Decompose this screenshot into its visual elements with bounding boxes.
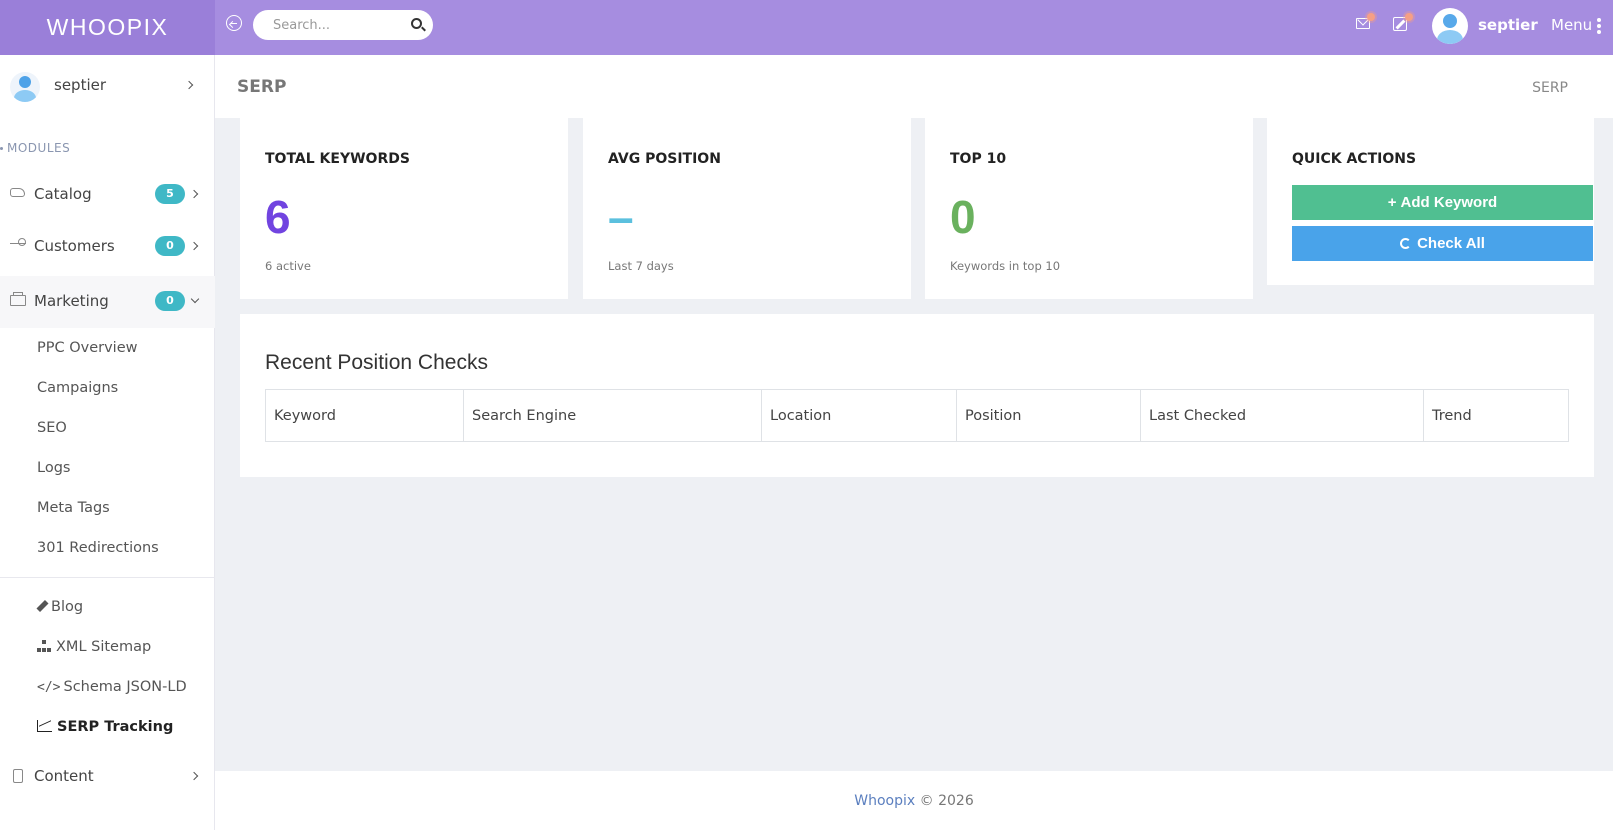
sidebar-subitem-xml-sitemap[interactable]: XML Sitemap [37, 639, 151, 655]
brand-logo[interactable]: WHOOPIX [0, 0, 215, 55]
content-header: SERP SERP [215, 55, 1613, 118]
menu-button[interactable]: Menu [1551, 16, 1592, 34]
column-header-trend[interactable]: Trend [1423, 389, 1569, 442]
column-header-position[interactable]: Position [956, 389, 1141, 442]
card-subtitle: 6 active [265, 259, 311, 273]
page-title: SERP [237, 77, 287, 97]
avg-position-card: AVG POSITION – Last 7 days [583, 118, 911, 299]
footer-brand-link[interactable]: Whoopix [854, 793, 915, 809]
count-badge: 0 [155, 236, 185, 256]
card-value: 6 [265, 191, 291, 243]
card-value: – [608, 191, 634, 243]
code-icon: </> [37, 680, 61, 695]
avatar[interactable] [1432, 8, 1468, 44]
sidebar-subitem-schema-json-ld[interactable]: </> Schema JSON-LD [37, 679, 187, 695]
sidebar-subitem-label: Schema JSON-LD [63, 679, 187, 695]
sidebar-item-label: Marketing [34, 292, 109, 310]
sidebar-subitem-campaigns[interactable]: Campaigns [37, 380, 118, 396]
sidebar-subitem-meta-tags[interactable]: Meta Tags [37, 500, 110, 516]
footer-copyright: © 2026 [919, 793, 974, 809]
pencil-icon [36, 599, 49, 613]
check-all-label: Check All [1417, 235, 1485, 252]
sidebar-item-label: Catalog [34, 185, 92, 203]
sidebar-item-marketing[interactable]: Marketing 0 [0, 276, 215, 328]
sidebar-subitem-serp-tracking[interactable]: SERP Tracking [37, 719, 173, 735]
column-header-search-engine[interactable]: Search Engine [463, 389, 762, 442]
quick-actions-card: QUICK ACTIONS + Add Keyword Check All [1267, 118, 1594, 285]
add-keyword-label: Add Keyword [1400, 194, 1498, 211]
footer: Whoopix © 2026 [215, 771, 1613, 830]
sidebar-subitem-301-redirections[interactable]: 301 Redirections [37, 540, 159, 556]
customers-icon [10, 238, 26, 253]
sitemap-icon [37, 640, 51, 652]
sidebar-username: septier [54, 76, 107, 94]
column-header-last-checked[interactable]: Last Checked [1140, 389, 1424, 442]
card-title: TOTAL KEYWORDS [265, 151, 410, 167]
catalog-icon [10, 188, 25, 197]
sidebar-item-catalog[interactable]: Catalog 5 [0, 169, 215, 221]
panel-title: Recent Position Checks [265, 351, 488, 374]
sidebar-subitem-label: Blog [51, 599, 84, 615]
sidebar-subitem-seo[interactable]: SEO [37, 420, 67, 436]
add-keyword-button[interactable]: + Add Keyword [1292, 185, 1593, 220]
refresh-icon [1400, 238, 1412, 249]
sidebar-subitem-ppc-overview[interactable]: PPC Overview [37, 340, 138, 356]
chevron-right-icon [189, 241, 199, 251]
total-keywords-card: TOTAL KEYWORDS 6 6 active [240, 118, 568, 299]
sidebar: septier MODULES Catalog 5 Customers 0 Ma… [0, 55, 215, 830]
user-avatar [10, 72, 40, 102]
breadcrumb[interactable]: SERP [1532, 80, 1568, 96]
sidebar-user[interactable]: septier [0, 55, 215, 115]
content-icon [13, 769, 23, 783]
search-icon[interactable] [411, 18, 422, 29]
sidebar-subitem-blog[interactable]: Blog [36, 599, 84, 615]
line-chart-icon [37, 720, 52, 732]
recent-checks-table: Keyword Search Engine Location Position … [265, 389, 1569, 442]
top-10-card: TOP 10 0 Keywords in top 10 [925, 118, 1253, 299]
sidebar-item-label: Customers [34, 237, 115, 255]
card-value: 0 [950, 191, 976, 243]
top-bar: WHOOPIX septier Menu [0, 0, 1613, 55]
kebab-menu-icon[interactable] [1597, 18, 1601, 34]
check-all-button[interactable]: Check All [1292, 226, 1593, 261]
sidebar-toggle-icon[interactable] [226, 15, 242, 31]
sidebar-subitem-label: SERP Tracking [57, 719, 174, 735]
column-header-keyword[interactable]: Keyword [265, 389, 464, 442]
top-username[interactable]: septier [1478, 16, 1538, 34]
edit-notification-dot [1405, 13, 1413, 21]
card-subtitle: Keywords in top 10 [950, 259, 1061, 273]
table-header-row: Keyword Search Engine Location Position … [265, 389, 1569, 442]
mail-notification-dot [1367, 13, 1375, 21]
card-title: AVG POSITION [608, 151, 721, 167]
card-title: QUICK ACTIONS [1292, 151, 1417, 167]
count-badge: 0 [155, 291, 185, 311]
footer-text: Whoopix © 2026 [215, 793, 1613, 809]
count-badge: 5 [155, 184, 185, 204]
chevron-right-icon [189, 189, 199, 199]
search-input[interactable] [273, 16, 403, 34]
sidebar-item-customers[interactable]: Customers 0 [0, 221, 215, 273]
sidebar-divider [0, 577, 215, 578]
column-header-location[interactable]: Location [761, 389, 957, 442]
card-subtitle: Last 7 days [608, 259, 674, 273]
sidebar-item-label: Content [34, 767, 94, 785]
search-box [253, 10, 433, 40]
recent-checks-panel: Recent Position Checks Keyword Search En… [240, 314, 1594, 477]
chevron-down-icon [190, 294, 200, 304]
sidebar-subitem-logs[interactable]: Logs [37, 460, 70, 476]
brand-text: WHOOPIX [46, 14, 169, 40]
chevron-right-icon [189, 771, 199, 781]
modules-heading: MODULES [0, 141, 70, 155]
card-title: TOP 10 [950, 151, 1007, 167]
sidebar-item-content[interactable]: Content [0, 751, 215, 803]
chevron-right-icon [184, 80, 194, 90]
plus-icon: + [1387, 194, 1397, 211]
marketing-icon [10, 292, 26, 306]
sidebar-subitem-label: XML Sitemap [56, 639, 152, 655]
